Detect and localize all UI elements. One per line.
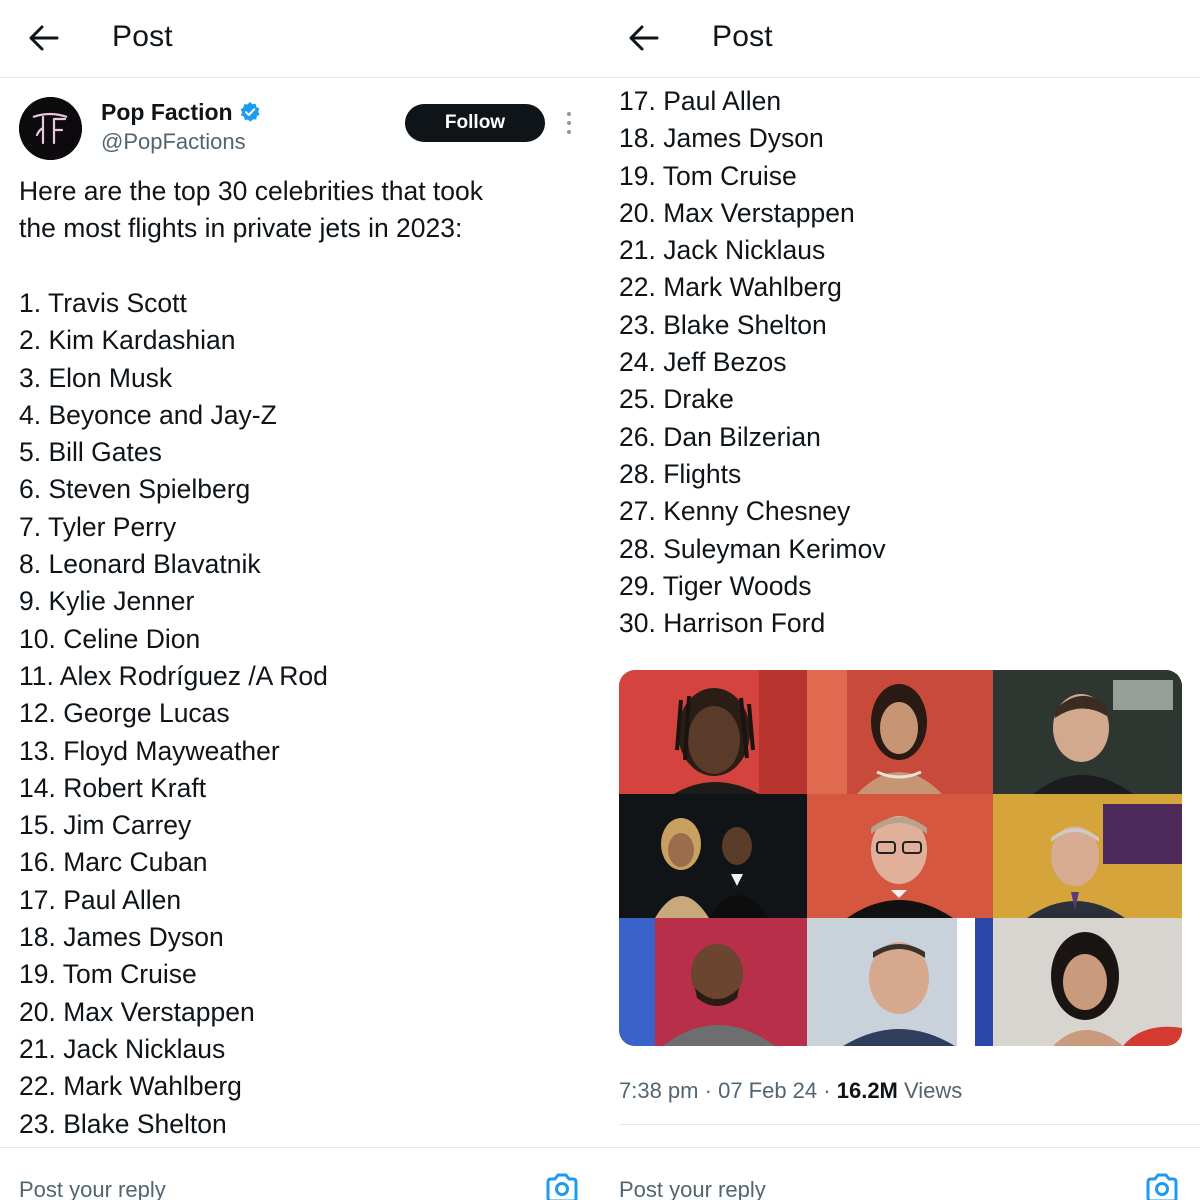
portrait-image [993,918,1182,1046]
list-item: 28. Flights [619,458,742,489]
list-item: 15. Jim Carrey [19,810,192,841]
left-post-pane: Post Pop Faction @PopFactions Follow Her… [0,0,600,1200]
list-item: 19. Tom Cruise [19,959,197,990]
portrait-image [807,670,993,794]
list-item: 28. Suleyman Kerimov [619,533,886,564]
list-item: 20. Max Verstappen [619,197,855,228]
portrait-image [619,794,807,918]
photo-elon-musk[interactable] [993,670,1182,794]
portrait-image [993,670,1182,794]
views-count[interactable]: 16.2M [837,1078,898,1103]
list-item: 21. Jack Nicklaus [19,1033,226,1064]
list-item: 3. Elon Musk [19,362,173,393]
list-item: 11. Alex Rodríguez /A Rod [19,660,328,691]
camera-button[interactable] [1144,1170,1180,1200]
photo-steven-spielberg[interactable] [993,794,1182,918]
portrait-image [807,794,993,918]
portrait-image [619,918,807,1046]
back-button[interactable] [626,20,662,56]
views-label: Views [904,1078,963,1103]
author-display-name[interactable]: Pop Faction [101,98,233,126]
list-item: 7. Tyler Perry [19,511,177,542]
photo-kylie-jenner[interactable] [993,918,1182,1046]
more-options-button[interactable] [560,108,578,138]
top-bar: Post [600,0,1200,78]
intro-line: Here are the top 30 celebrities that too… [19,176,484,206]
camera-icon [1146,1173,1178,1200]
follow-button[interactable]: Follow [405,104,545,142]
list-item: 17. Paul Allen [19,884,182,915]
list-item: 22. Mark Wahlberg [19,1071,242,1102]
top-bar: Post [0,0,600,78]
list-item: 10. Celine Dion [19,623,201,654]
list-item: 16. Marc Cuban [19,847,208,878]
list-item: 19. Tom Cruise [619,160,797,191]
list-item: 30. Harrison Ford [619,608,826,639]
reply-input[interactable]: Post your reply [19,1176,166,1200]
photo-kim-kardashian[interactable] [807,670,993,794]
list-item: 13. Floyd Mayweather [19,735,280,766]
post-meta: 7:38 pm · 07 Feb 24 · 16.2M Views [619,1076,962,1106]
back-button[interactable] [26,20,62,56]
list-item: 21. Jack Nicklaus [619,235,826,266]
meta-separator: · [823,1078,831,1103]
list-item: 27. Kenny Chesney [619,496,851,527]
post-date[interactable]: 07 Feb 24 [718,1078,817,1103]
meta-separator: · [704,1078,712,1103]
more-vertical-icon-dot [567,112,571,116]
list-item: 18. James Dyson [19,922,224,953]
list-item: 17. Paul Allen [619,86,782,116]
list-item: 4. Beyonce and Jay-Z [19,399,277,430]
celebrity-list: 1. Travis Scott 2. Kim Kardashian 3. Elo… [19,285,328,1143]
list-item: 8. Leonard Blavatnik [19,549,261,580]
list-item: 1. Travis Scott [19,288,187,318]
more-vertical-icon-dot [567,130,571,134]
reply-input[interactable]: Post your reply [619,1176,766,1200]
photo-tyler-perry[interactable] [619,918,807,1046]
list-item: 23. Blake Shelton [19,1108,227,1139]
list-item: 23. Blake Shelton [619,309,827,340]
list-item: 26. Dan Bilzerian [619,421,821,452]
list-item: 9. Kylie Jenner [19,586,195,617]
camera-icon [546,1173,578,1200]
list-item: 5. Bill Gates [19,437,162,468]
list-item: 6. Steven Spielberg [19,474,251,505]
more-vertical-icon-dot [567,121,571,125]
page-title: Post [112,20,173,53]
list-item: 25. Drake [619,384,734,415]
list-item: 12. George Lucas [19,698,230,729]
list-item: 18. James Dyson [619,123,824,154]
photo-bill-gates[interactable] [807,794,993,918]
author-name-row: Pop Faction [101,98,261,126]
post-image-collage[interactable] [619,670,1182,1046]
intro-line: the most flights in private jets in 2023… [19,213,463,244]
list-item: 14. Robert Kraft [19,772,207,803]
list-item: 22. Mark Wahlberg [619,272,842,303]
reply-bar: Post your reply [600,1147,1200,1200]
verified-badge-icon [240,102,260,122]
pop-faction-logo [19,97,82,160]
divider [619,1124,1200,1125]
portrait-image [807,918,993,1046]
camera-button[interactable] [544,1170,580,1200]
author-handle[interactable]: @PopFactions [101,128,246,156]
portrait-image [993,794,1182,918]
photo-beyonce-and-jay-z[interactable] [619,794,807,918]
celebrity-list-continued: 17. Paul Allen 18. James Dyson 19. Tom C… [619,83,886,642]
photo-leonard-blavatnik[interactable] [807,918,993,1046]
list-item: 29. Tiger Woods [619,570,812,601]
post-intro-text: Here are the top 30 celebrities that too… [19,173,483,248]
arrow-left-icon [629,25,659,51]
list-item: 24. Jeff Bezos [619,347,787,378]
portrait-image [619,670,807,794]
page-title: Post [712,20,773,53]
post-time[interactable]: 7:38 pm [619,1078,699,1103]
list-item: 2. Kim Kardashian [19,325,236,356]
arrow-left-icon [29,25,59,51]
avatar[interactable] [19,97,82,160]
list-item: 20. Max Verstappen [19,996,255,1027]
photo-travis-scott[interactable] [619,670,807,794]
reply-bar: Post your reply [0,1147,600,1200]
